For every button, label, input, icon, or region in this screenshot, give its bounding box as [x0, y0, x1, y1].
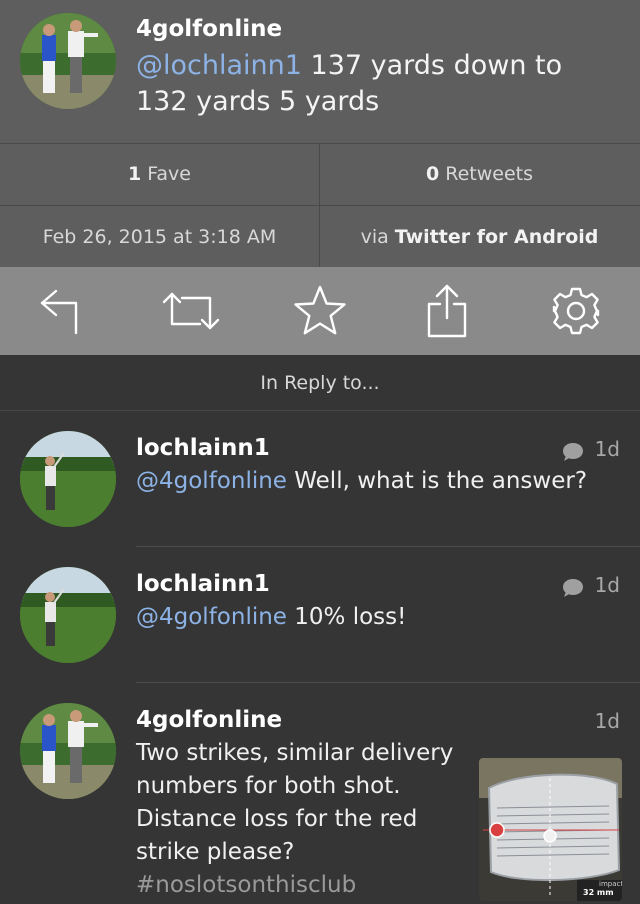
reply-author[interactable]: 4golfonline	[136, 707, 282, 733]
retweets-label: Retweets	[445, 162, 533, 185]
reply-text: @4golfonline 10% loss!	[136, 601, 606, 634]
avatar[interactable]	[20, 567, 116, 663]
mention-link[interactable]: @4golfonline	[136, 604, 287, 630]
reply-time: 1d	[594, 437, 620, 461]
thumbnail-value: 32 mm	[583, 888, 614, 897]
action-bar	[0, 267, 640, 355]
tweet-author[interactable]: 4golfonline	[136, 16, 282, 42]
tweet-stats: 1 Fave 0 Retweets Feb 26, 2015 at 3:18 AM …	[0, 143, 640, 267]
reply-time: 1d	[594, 709, 620, 733]
tweet-text: @lochlainn1 137 yards down to 132 yards …	[136, 48, 606, 120]
reply-author[interactable]: lochlainn1	[136, 435, 270, 461]
retweets-stat[interactable]: 0 Retweets	[320, 143, 639, 204]
media-thumbnail[interactable]: impact 32 mm	[479, 758, 622, 901]
in-reply-header[interactable]: In Reply to...	[0, 355, 640, 411]
reply-text: Two strikes, similar delivery numbers fo…	[136, 737, 456, 902]
tweet-source[interactable]: via Twitter for Android	[320, 206, 639, 267]
mention-link[interactable]: @lochlainn1	[136, 50, 302, 81]
via-prefix: via	[360, 225, 389, 248]
retweet-button[interactable]	[159, 279, 223, 343]
avatar[interactable]	[20, 13, 116, 109]
gear-icon	[552, 287, 600, 335]
faves-stat[interactable]: 1 Fave	[0, 143, 319, 204]
reply-item[interactable]: lochlainn1 1d @4golfonline 10% loss!	[0, 547, 640, 683]
settings-button[interactable]	[544, 279, 608, 343]
avatar[interactable]	[20, 431, 116, 527]
share-icon	[427, 284, 467, 338]
mention-link[interactable]: @4golfonline	[136, 468, 287, 494]
share-button[interactable]	[415, 279, 479, 343]
reply-body: Two strikes, similar delivery numbers fo…	[136, 740, 454, 865]
reply-button[interactable]	[30, 279, 94, 343]
thumbnail-label: impact	[599, 880, 622, 888]
avatar[interactable]	[20, 703, 116, 799]
comment-icon	[563, 579, 583, 597]
date-label: Feb 26, 2015 at 3:18 AM	[42, 225, 277, 248]
hashtag-link[interactable]: #noslotsonthisclub	[136, 872, 356, 898]
reply-icon	[40, 289, 78, 335]
comment-icon	[563, 443, 583, 461]
star-icon	[294, 285, 346, 335]
reply-item[interactable]: lochlainn1 1d @4golfonline Well, what is…	[0, 411, 640, 547]
reply-body: 10% loss!	[286, 604, 407, 630]
reply-text: @4golfonline Well, what is the answer?	[136, 465, 606, 498]
retweet-icon	[162, 292, 220, 330]
main-tweet: 4golfonline @lochlainn1 137 yards down t…	[0, 0, 640, 143]
via-app: Twitter for Android	[394, 225, 599, 248]
retweets-count: 0	[426, 162, 440, 185]
reply-author[interactable]: lochlainn1	[136, 571, 270, 597]
favorite-button[interactable]	[288, 279, 352, 343]
faves-label: Fave	[147, 162, 191, 185]
reply-body: Well, what is the answer?	[286, 468, 588, 494]
tweet-date: Feb 26, 2015 at 3:18 AM	[0, 206, 319, 267]
reply-time: 1d	[594, 573, 620, 597]
faves-count: 1	[128, 162, 142, 185]
